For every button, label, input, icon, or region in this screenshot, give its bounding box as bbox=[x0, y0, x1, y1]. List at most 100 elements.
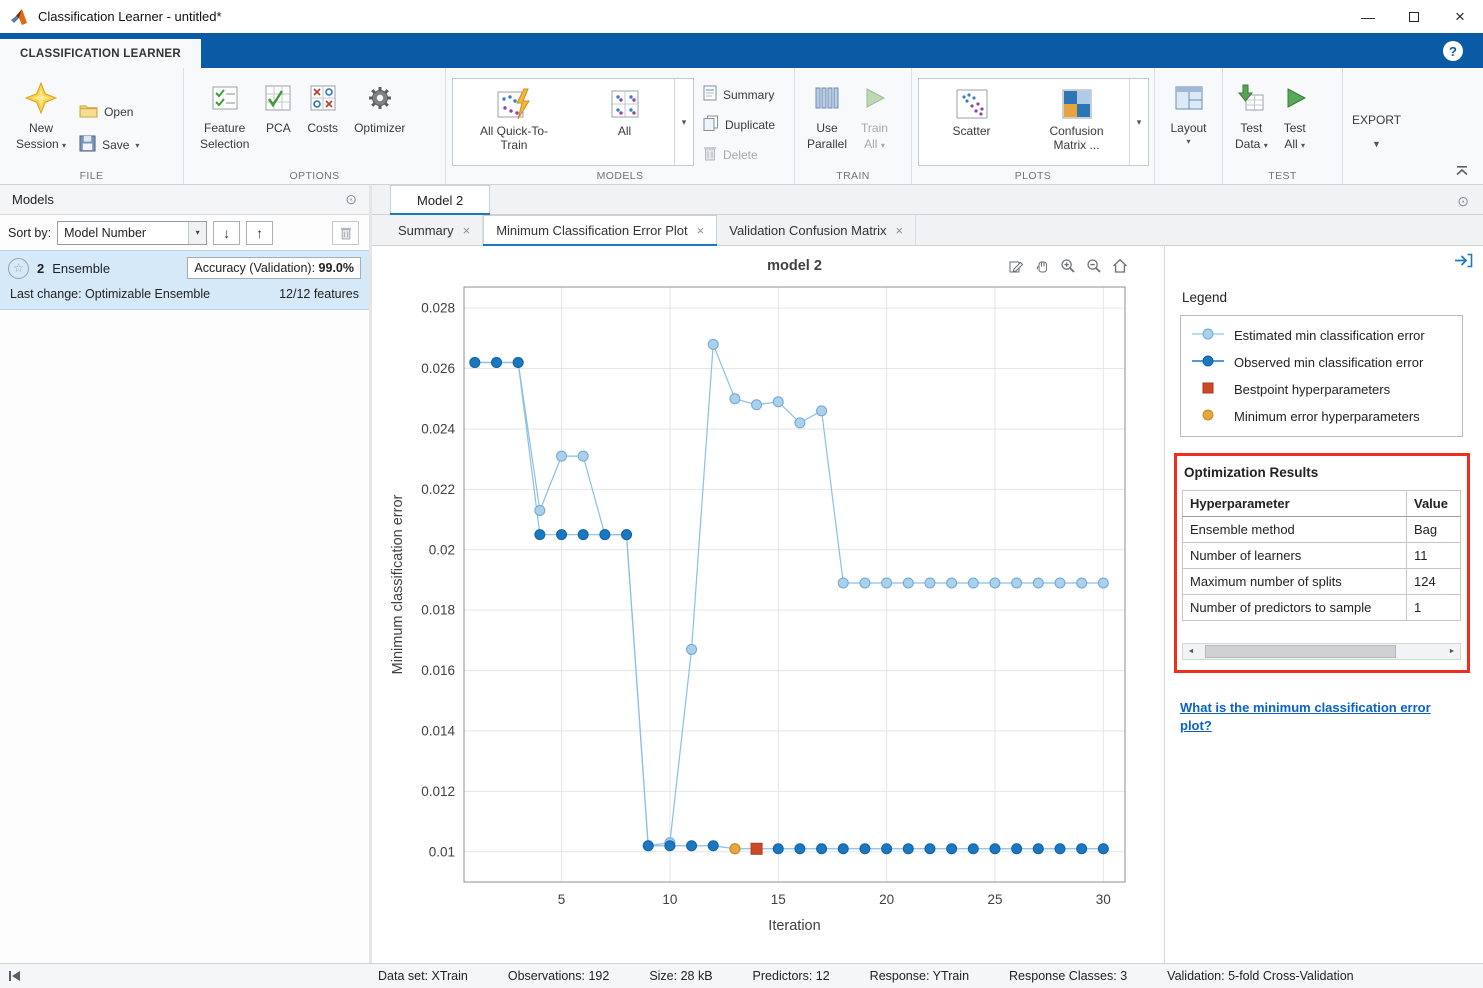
duplicate-button[interactable]: Duplicate bbox=[698, 112, 780, 137]
test-data-icon bbox=[1237, 77, 1265, 119]
arrow-up-icon: ↑ bbox=[256, 224, 264, 241]
document-area: Model 2 ⊙ Summary × Minimum Classificati… bbox=[372, 185, 1483, 963]
table-row: Number of learners 11 bbox=[1182, 542, 1461, 569]
all-models-button[interactable]: All bbox=[575, 79, 674, 165]
summary-button[interactable]: Summary bbox=[698, 82, 780, 107]
optimizer-button[interactable]: Optimizer bbox=[350, 74, 409, 138]
help-button[interactable]: ? bbox=[1443, 41, 1463, 61]
results-side-panel: Legend Estimated min classification erro… bbox=[1165, 246, 1483, 963]
use-parallel-icon bbox=[814, 77, 840, 119]
feature-selection-label-1: Feature bbox=[204, 121, 246, 135]
sort-by-label: Sort by: bbox=[8, 225, 52, 240]
scrollbar-track[interactable] bbox=[1199, 644, 1444, 659]
new-session-icon bbox=[25, 77, 58, 119]
test-data-button[interactable]: Test Data ▾ bbox=[1231, 74, 1272, 154]
sort-ascending-button[interactable]: ↑ bbox=[246, 220, 274, 245]
collapse-panel-icon[interactable] bbox=[8, 970, 22, 985]
minimize-button[interactable]: — bbox=[1345, 0, 1391, 33]
status-items: Data set: XTrain Observations: 192 Size:… bbox=[378, 969, 1354, 983]
scrollbar-thumb[interactable] bbox=[1205, 645, 1397, 658]
maximize-icon bbox=[1409, 11, 1419, 22]
tab-validation-confusion-matrix[interactable]: Validation Confusion Matrix × bbox=[717, 215, 917, 245]
use-parallel-button[interactable]: Use Parallel bbox=[803, 74, 851, 154]
svg-text:0.024: 0.024 bbox=[421, 421, 455, 436]
use-parallel-label-1: Use bbox=[816, 121, 838, 135]
bestpoint-marker-icon bbox=[1191, 381, 1225, 398]
save-button[interactable]: Save ▾ bbox=[74, 132, 144, 158]
open-button[interactable]: Open bbox=[74, 100, 144, 124]
test-all-label-1: Test bbox=[1283, 121, 1306, 135]
min-classification-error-chart[interactable]: 5 10 15 20 25 30 0.01 0.012 0.014 0.016 0.018 0.02 0… bbox=[372, 246, 1165, 963]
train-all-label-2: All ▾ bbox=[864, 137, 885, 152]
delete-button: Delete bbox=[698, 142, 780, 167]
new-session-button[interactable]: New Session ▾ bbox=[12, 74, 70, 154]
svg-text:0.02: 0.02 bbox=[429, 542, 455, 557]
minimize-panel-icon[interactable]: ⊙ bbox=[345, 191, 357, 208]
observed-error-marker-icon bbox=[1191, 354, 1225, 371]
all-quick-to-train-button[interactable]: All Quick-To- Train bbox=[453, 79, 575, 165]
summary-doc-icon bbox=[703, 85, 717, 104]
scroll-left-icon[interactable]: ◄ bbox=[1183, 644, 1199, 659]
chevron-down-icon[interactable]: ▾ bbox=[188, 221, 207, 244]
section-label-train: TRAIN bbox=[836, 170, 870, 182]
model-list-item-selected[interactable]: ☆ 2 Ensemble Accuracy (Validation): 99.0… bbox=[0, 250, 369, 310]
accuracy-badge: Accuracy (Validation): 99.0% bbox=[187, 257, 361, 279]
zoom-in-icon[interactable] bbox=[1060, 258, 1076, 274]
feature-selection-label-2: Selection bbox=[200, 137, 250, 152]
plots-gallery-dropdown[interactable]: ▾ bbox=[1129, 79, 1148, 165]
chevron-down-icon[interactable]: ▾ bbox=[135, 141, 139, 150]
scroll-right-icon[interactable]: ► bbox=[1444, 644, 1460, 659]
tab-min-classification-error-plot[interactable]: Minimum Classification Error Plot × bbox=[483, 215, 718, 246]
chevron-down-icon: ▾ bbox=[880, 141, 885, 151]
train-all-play-icon bbox=[861, 77, 887, 119]
tab-summary[interactable]: Summary × bbox=[386, 215, 484, 245]
models-panel: Models ⊙ Sort by: Model Number ▾ ↓ ↑ ☆ 2… bbox=[0, 185, 372, 963]
favorite-star-icon[interactable]: ☆ bbox=[8, 257, 29, 279]
horizontal-scrollbar[interactable]: ◄ ► bbox=[1182, 643, 1461, 660]
save-disk-icon bbox=[79, 135, 96, 155]
pca-button[interactable]: PCA bbox=[261, 74, 295, 138]
arrow-down-icon: ↓ bbox=[223, 224, 231, 241]
legend-item: Observed min classification error bbox=[1191, 349, 1452, 376]
close-button[interactable]: × bbox=[1437, 0, 1483, 33]
open-in-figure-icon[interactable] bbox=[1453, 253, 1473, 271]
sort-controls: Sort by: Model Number ▾ ↓ ↑ bbox=[0, 215, 369, 250]
test-all-button[interactable]: Test All ▾ bbox=[1278, 74, 1312, 154]
sort-descending-button[interactable]: ↓ bbox=[213, 220, 241, 245]
close-tab-icon[interactable]: × bbox=[697, 223, 705, 238]
status-item: Data set: XTrain bbox=[378, 969, 468, 983]
models-gallery: All Quick-To- Train All ▾ bbox=[452, 78, 694, 166]
models-gallery-dropdown[interactable]: ▾ bbox=[674, 79, 693, 165]
zoom-out-icon[interactable] bbox=[1086, 258, 1102, 274]
tab-classification-learner[interactable]: CLASSIFICATION LEARNER bbox=[0, 39, 201, 68]
status-item: Size: 28 kB bbox=[649, 969, 713, 983]
confusion-matrix-icon bbox=[1062, 84, 1092, 124]
svg-text:Minimum classification error: Minimum classification error bbox=[390, 494, 406, 674]
delete-model-button[interactable] bbox=[332, 220, 359, 245]
minimize-icon: — bbox=[1361, 8, 1375, 25]
table-row: Ensemble method Bag bbox=[1182, 516, 1461, 543]
close-tab-icon[interactable]: × bbox=[463, 223, 471, 238]
costs-button[interactable]: Costs bbox=[303, 74, 342, 138]
help-link[interactable]: What is the minimum classification error… bbox=[1180, 699, 1452, 735]
svg-text:10: 10 bbox=[662, 892, 677, 907]
maximize-button[interactable] bbox=[1391, 0, 1437, 33]
home-icon[interactable] bbox=[1112, 258, 1128, 274]
optimization-results-table: Hyperparameter Value Ensemble method Bag bbox=[1182, 490, 1461, 621]
legend-item: Minimum error hyperparameters bbox=[1191, 403, 1452, 430]
close-tab-icon[interactable]: × bbox=[896, 223, 904, 238]
all-quick-label-2: Train bbox=[500, 138, 528, 153]
duplicate-label: Duplicate bbox=[725, 117, 776, 132]
collapse-ribbon-button[interactable] bbox=[1455, 164, 1469, 179]
scatter-plot-button[interactable]: Scatter bbox=[919, 79, 1024, 165]
pca-icon bbox=[265, 77, 291, 119]
layout-button[interactable]: Layout ▾ bbox=[1166, 74, 1210, 150]
edit-plot-icon[interactable] bbox=[1008, 258, 1024, 274]
export-button[interactable]: EXPORT ▼ bbox=[1348, 87, 1405, 153]
feature-selection-button[interactable]: Feature Selection bbox=[196, 74, 253, 154]
confusion-matrix-button[interactable]: Confusion Matrix ... bbox=[1024, 79, 1129, 165]
estimated-error-marker-icon bbox=[1191, 327, 1225, 344]
pan-hand-icon[interactable] bbox=[1034, 258, 1050, 274]
sort-by-dropdown[interactable]: Model Number ▾ bbox=[57, 220, 208, 245]
tab-model-2[interactable]: Model 2 bbox=[390, 185, 491, 215]
